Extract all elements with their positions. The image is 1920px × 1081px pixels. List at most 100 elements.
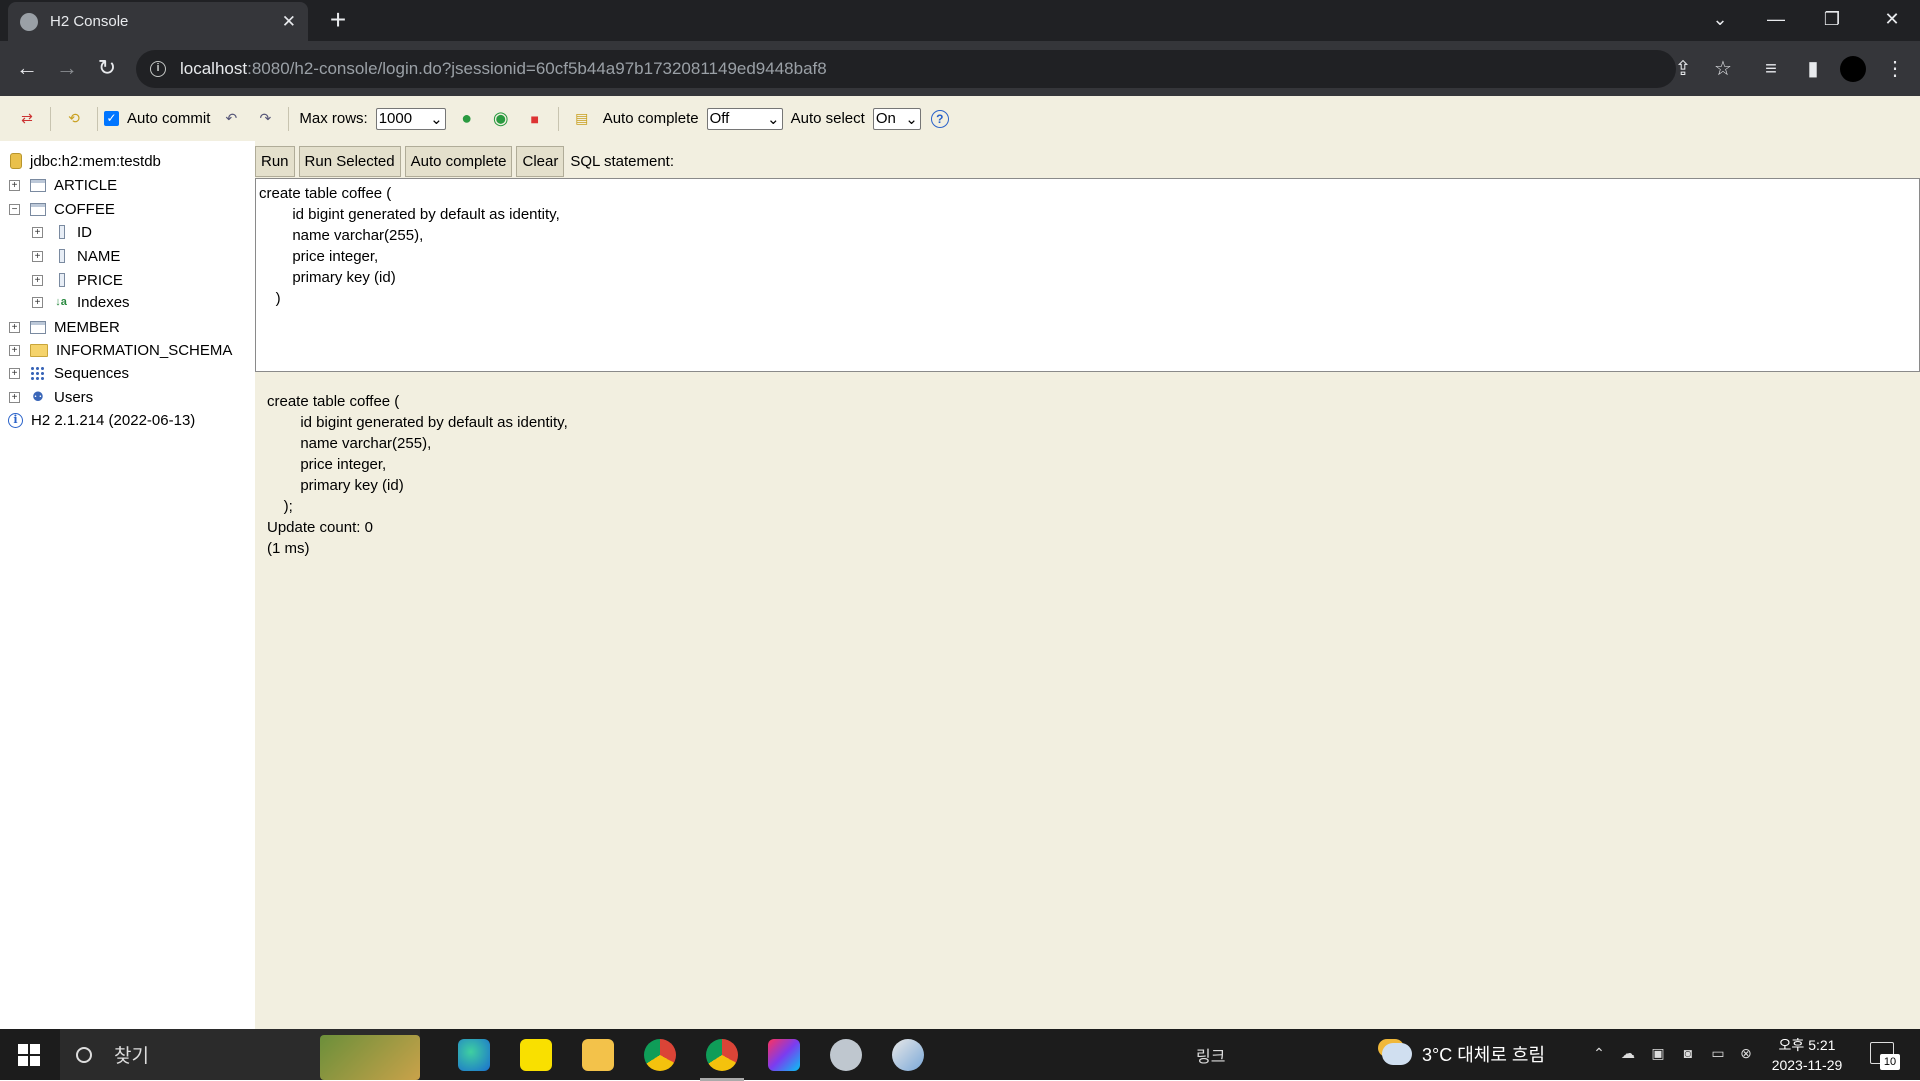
security-icon[interactable]: ▣ [1648, 1045, 1668, 1063]
battery-icon[interactable]: ▭ [1708, 1045, 1728, 1063]
intellij-icon[interactable] [768, 1039, 800, 1071]
users-icon: ⚉ [32, 389, 44, 404]
clock[interactable]: 오후 5:21 2023-11-29 [1768, 1035, 1846, 1075]
table-label: COFFEE [54, 200, 115, 218]
minimize-button[interactable]: — [1748, 0, 1804, 41]
auto-commit-checkbox[interactable]: ✓ [104, 111, 119, 126]
notification-count: 10 [1880, 1054, 1900, 1070]
max-rows-select[interactable]: 1000 ⌄ [375, 107, 446, 130]
stop-icon[interactable]: ■ [524, 108, 546, 130]
clear-button[interactable]: Clear [516, 146, 565, 177]
file-explorer-icon[interactable] [582, 1039, 614, 1071]
refresh-icon[interactable]: ⟲ [63, 108, 85, 130]
column-label: ID [77, 223, 92, 241]
expand-icon[interactable]: + [32, 226, 43, 238]
tree-users[interactable]: + ⚉ Users [9, 386, 93, 408]
toolbar-divider [50, 106, 51, 131]
expand-icon[interactable]: + [9, 344, 20, 356]
browser-toolbar: ← → ↻ i localhost:8080/h2-console/login.… [0, 41, 1920, 96]
chevron-down-icon: ⌄ [430, 110, 443, 128]
run-selected-icon[interactable]: ◉ [490, 108, 512, 130]
toolbar-divider [557, 106, 559, 131]
tree-column-name[interactable]: + NAME [32, 245, 120, 267]
version-label: H2 2.1.214 (2022-06-13) [31, 411, 196, 429]
tree-connection[interactable]: jdbc:h2:mem:testdb [10, 150, 161, 172]
menu-icon[interactable]: ⋮ [1880, 54, 1910, 84]
kakaotalk-icon[interactable] [520, 1039, 552, 1071]
expand-icon[interactable]: + [32, 274, 43, 286]
tree-column-price[interactable]: + PRICE [32, 269, 123, 291]
expand-icon[interactable]: + [9, 321, 20, 333]
chevron-down-icon: ⌄ [905, 110, 918, 128]
result-panel: create table coffee ( id bigint generate… [267, 391, 568, 559]
update-count: Update count: 0 [267, 519, 373, 536]
forward-icon[interactable]: → [50, 51, 84, 85]
rollback-icon[interactable]: ↶ [220, 108, 242, 130]
expand-icon[interactable]: + [32, 296, 43, 308]
share-icon[interactable]: ⇪ [1668, 54, 1698, 84]
media-control-icon[interactable]: ≡ [1756, 54, 1786, 84]
auto-select-select[interactable]: On ⌄ [872, 107, 921, 130]
close-tab-icon[interactable]: ✕ [282, 12, 296, 32]
auto-complete-button[interactable]: Auto complete [404, 146, 513, 177]
expand-icon[interactable]: + [9, 391, 20, 403]
tree-table-article[interactable]: + ARTICLE [9, 174, 117, 196]
history-icon[interactable]: ▤ [571, 108, 593, 130]
sql-editor[interactable]: create table coffee ( id bigint generate… [255, 178, 1920, 372]
tree-column-id[interactable]: + ID [32, 221, 92, 243]
column-icon [59, 273, 65, 287]
weather-widget[interactable]: 3°C 대체로 흐림 [1382, 1041, 1545, 1067]
auto-complete-select[interactable]: Off ⌄ [706, 107, 783, 130]
address-bar[interactable]: i localhost:8080/h2-console/login.do?jse… [136, 50, 1676, 88]
column-label: NAME [77, 247, 121, 265]
auto-complete-label: Auto complete [602, 110, 699, 127]
help-icon[interactable]: ? [930, 109, 949, 128]
collapse-icon[interactable]: − [9, 203, 20, 215]
reload-icon[interactable]: ↻ [90, 51, 124, 85]
chevron-up-icon[interactable]: ⌃ [1589, 1045, 1609, 1063]
close-window-button[interactable]: ✕ [1864, 0, 1920, 41]
paint-icon[interactable] [892, 1039, 924, 1071]
browser-tab[interactable]: H2 Console ✕ [8, 2, 308, 41]
url-path: :8080/h2-console/login.do?jsessionid=60c… [247, 59, 827, 78]
run-button[interactable]: Run [255, 146, 295, 177]
volume-muted-icon[interactable]: ⊗ [1736, 1045, 1756, 1063]
search-highlight-image [320, 1035, 420, 1080]
tab-search-icon[interactable]: ⌄ [1692, 0, 1748, 41]
run-selected-button[interactable]: Run Selected [298, 146, 401, 177]
sequences-label: Sequences [54, 364, 130, 382]
edge-icon[interactable] [458, 1039, 490, 1071]
new-tab-button[interactable]: + [324, 6, 352, 35]
profile-avatar[interactable] [1840, 56, 1866, 82]
bookmark-star-icon[interactable]: ☆ [1708, 54, 1738, 84]
expand-icon[interactable]: + [32, 250, 43, 262]
expand-icon[interactable]: + [9, 179, 20, 191]
chrome-active-icon[interactable] [700, 1039, 744, 1081]
result-statement: create table coffee ( id bigint generate… [267, 393, 568, 515]
cloud-offline-icon[interactable]: ☁ [1618, 1045, 1638, 1063]
run-icon[interactable]: ● [456, 108, 478, 130]
tree-sequences[interactable]: + Sequences [9, 362, 129, 384]
tree-information-schema[interactable]: + INFORMATION_SCHEMA [9, 339, 232, 361]
disconnect-icon[interactable]: ⇄ [16, 108, 38, 130]
schema-tree: jdbc:h2:mem:testdb + ARTICLE − COFFEE + … [0, 141, 255, 1029]
toolbar-divider [288, 106, 290, 131]
clock-time: 오후 5:21 [1778, 1037, 1836, 1053]
tree-table-member[interactable]: + MEMBER [9, 316, 120, 338]
tree-table-coffee[interactable]: − COFFEE [9, 198, 115, 220]
links-toolbar[interactable]: 링크 [1196, 1043, 1225, 1067]
auto-commit-label: Auto commit [127, 110, 211, 127]
windows-start-icon[interactable] [18, 1044, 40, 1066]
restore-button[interactable]: ❐ [1804, 0, 1860, 41]
site-info-icon[interactable]: i [150, 61, 166, 77]
camera-icon[interactable]: ◙ [1678, 1045, 1698, 1063]
app-icon[interactable] [830, 1039, 862, 1071]
tree-indexes[interactable]: + ↓a Indexes [32, 291, 130, 313]
back-icon[interactable]: ← [10, 51, 44, 85]
side-panel-icon[interactable]: ▮ [1798, 54, 1828, 84]
sql-toolbar: Run Run Selected Auto complete Clear SQL… [255, 146, 674, 177]
commit-icon[interactable]: ↷ [254, 108, 276, 130]
expand-icon[interactable]: + [9, 367, 20, 379]
chrome-icon[interactable] [644, 1039, 676, 1071]
column-icon [59, 225, 65, 239]
